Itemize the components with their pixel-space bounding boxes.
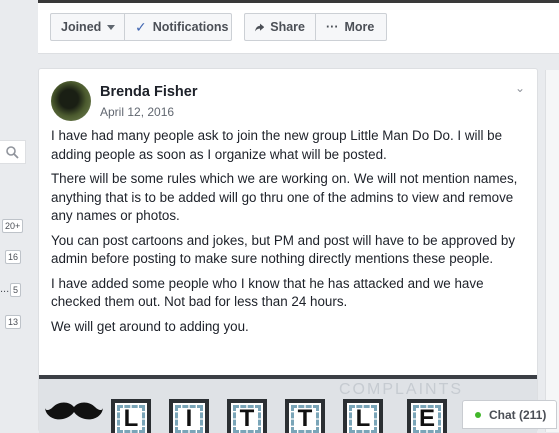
sidebar-count-badge[interactable]: 5 (10, 283, 22, 297)
share-arrow-icon (255, 23, 265, 31)
sidebar-ellipsis: ... (0, 283, 10, 295)
sidebar-count-badge[interactable]: 13 (5, 315, 22, 329)
banner-top-border (39, 375, 537, 379)
mustache-icon (45, 402, 103, 420)
group-post: Brenda Fisher April 12, 2016 ⌄ I have ha… (38, 68, 538, 433)
right-sidebar-edge (545, 70, 559, 432)
more-dots-icon: ··· (326, 20, 339, 34)
banner-letter-tile: L (343, 399, 383, 433)
post-paragraph: I have added some people who I know that… (51, 275, 484, 310)
chat-sidebar-toggle[interactable]: Chat (211) (462, 400, 557, 429)
joined-label: Joined (61, 20, 102, 34)
share-label: Share (270, 20, 305, 34)
banner-letter-tile: T (285, 399, 325, 433)
banner-letter-tile: I (169, 399, 209, 433)
sidebar-search-button[interactable] (0, 140, 26, 164)
banner-letter-tile: E (407, 399, 447, 433)
notifications-button[interactable]: ✓ Notifications (124, 13, 232, 41)
post-date[interactable]: April 12, 2016 (100, 105, 174, 119)
post-paragraph: I have had many people ask to join the n… (51, 128, 503, 162)
more-button[interactable]: ··· More (315, 13, 387, 41)
joined-button[interactable]: Joined (50, 13, 125, 41)
sidebar-count-badge[interactable]: 20+ (2, 219, 24, 233)
post-options-chevron-icon[interactable]: ⌄ (515, 81, 525, 95)
checkmark-icon: ✓ (135, 18, 147, 35)
post-paragraph: There will be some rules which we are wo… (51, 171, 518, 223)
banner-letter-tile: L (111, 399, 151, 433)
online-status-icon (475, 411, 481, 418)
caret-down-icon (107, 24, 116, 30)
avatar[interactable] (51, 81, 91, 121)
post-paragraph: We will get around to adding you. (51, 318, 249, 334)
left-sidebar: 20+ 16 ... 5 13 (0, 130, 30, 430)
notifications-label: Notifications (152, 20, 229, 34)
banner-watermark: COMPLAINTS (339, 381, 464, 398)
post-paragraph: You can post cartoons and jokes, but PM … (51, 232, 516, 267)
banner-letter-tile: T (227, 399, 267, 433)
share-button[interactable]: Share (244, 13, 316, 41)
chat-label: Chat (211) (489, 407, 547, 422)
group-action-bar: Joined ✓ Notifications Share ··· More (38, 3, 559, 54)
post-author[interactable]: Brenda Fisher (100, 84, 198, 100)
more-label: More (344, 20, 375, 34)
post-body: I have had many people ask to join the n… (51, 127, 527, 342)
search-icon (6, 145, 19, 159)
sidebar-count-badge[interactable]: 16 (5, 250, 22, 264)
